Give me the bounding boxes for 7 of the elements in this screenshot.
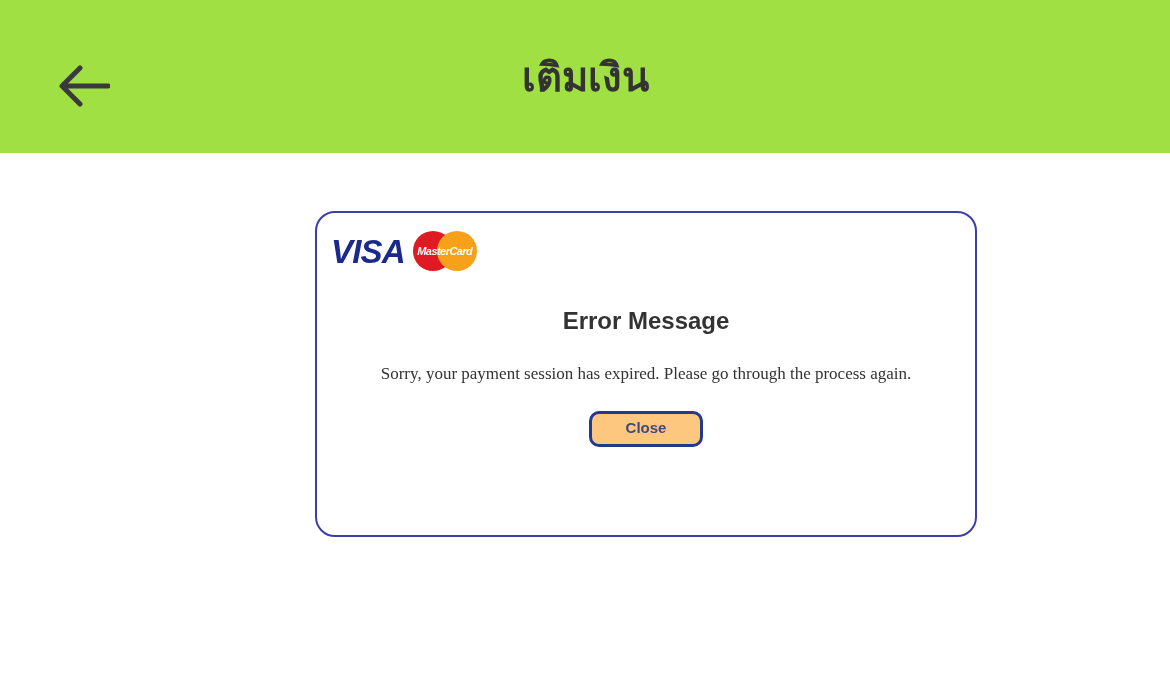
- back-button[interactable]: [56, 62, 112, 110]
- page-title: เติมเงิน: [521, 52, 649, 102]
- error-message: Sorry, your payment session has expired. Please go through the process again.: [379, 363, 913, 385]
- dialog-title: Error Message: [561, 306, 731, 336]
- back-arrow-icon: [58, 64, 110, 108]
- close-button[interactable]: Close: [589, 410, 703, 447]
- visa-logo: VISA: [331, 234, 405, 268]
